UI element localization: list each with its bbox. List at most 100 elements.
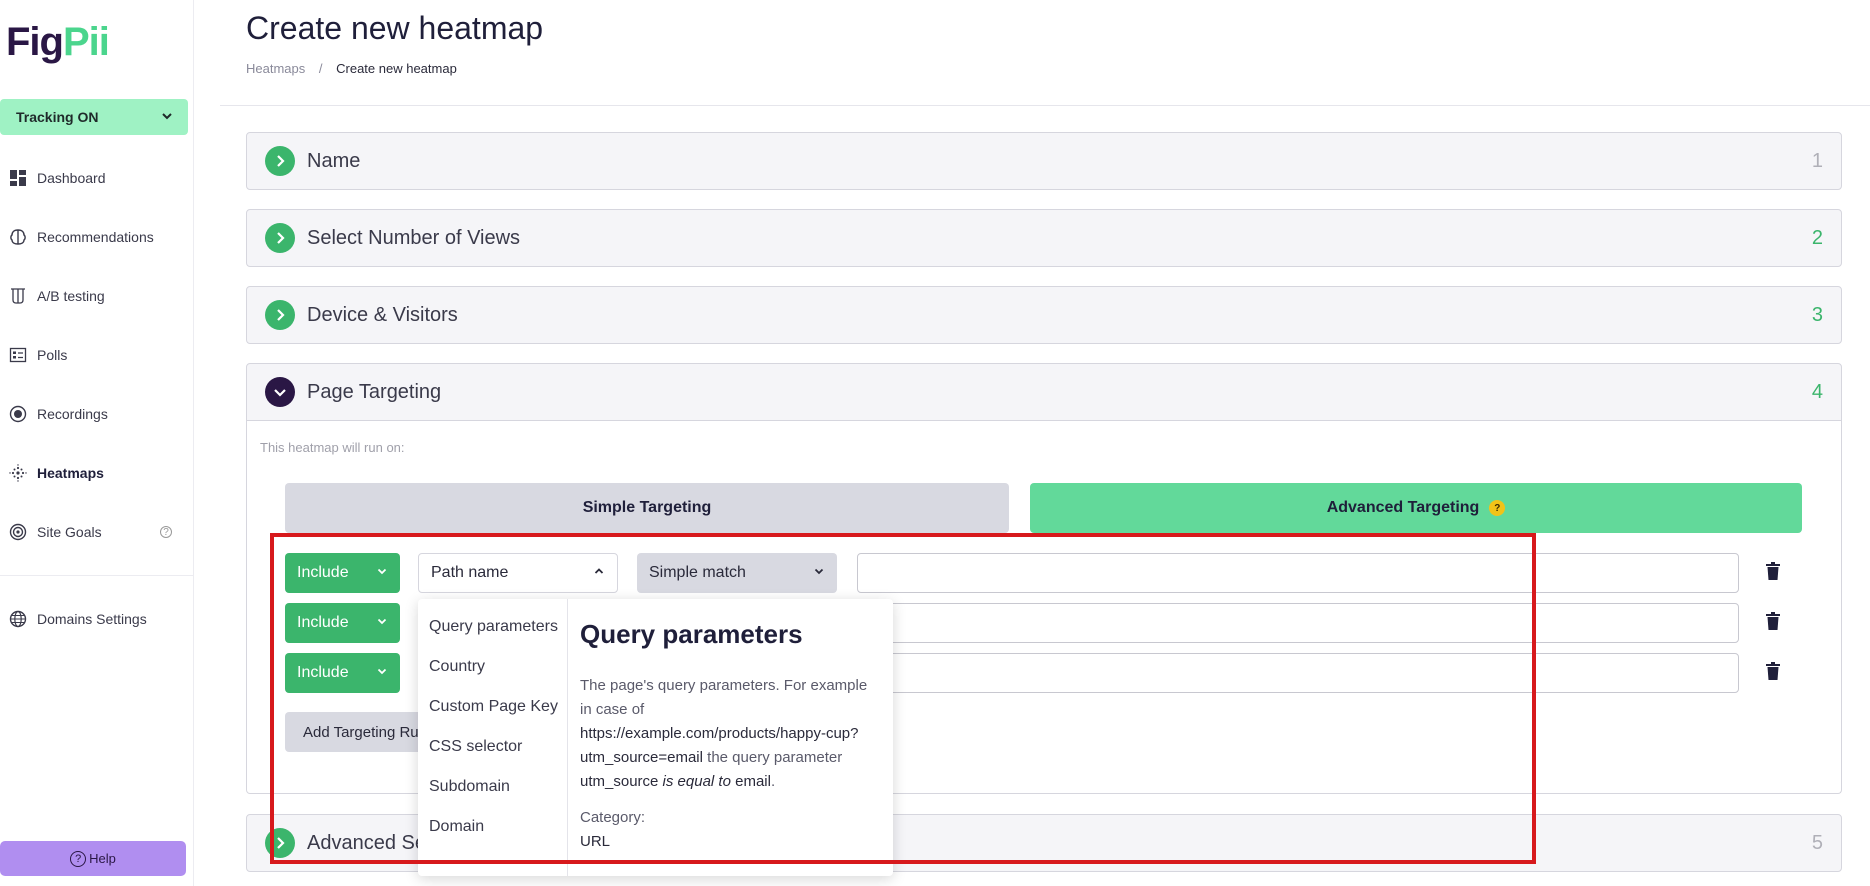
add-rule-label: Add Targeting Ru [303,723,419,741]
step-name[interactable]: Name 1 [246,132,1842,190]
chevron-up-icon [593,564,605,582]
chevron-right-icon [265,828,295,858]
dropdown-option-country[interactable]: Country [418,647,567,687]
sidebar-divider [0,575,194,576]
flask-icon [8,286,28,306]
sidebar-item-site-goals[interactable]: Site Goals ? [0,514,190,550]
sidebar-item-label: A/B testing [37,288,105,304]
logo-pii: Pii [62,20,110,64]
dropdown-option-css-selector[interactable]: CSS selector [418,727,567,767]
dropdown-option-subdomain[interactable]: Subdomain [418,767,567,807]
step-number: 3 [1811,303,1823,326]
breadcrumb-parent[interactable]: Heatmaps [246,61,305,76]
breadcrumb: Heatmaps / Create new heatmap [246,61,457,76]
heatmap-icon [8,463,28,483]
sidebar-item-label: Recommendations [37,229,154,245]
detail-description: The page's query parameters. For example… [580,674,881,794]
step-device-visitors[interactable]: Device & Visitors 3 [246,286,1842,344]
desc-text: The page's query parameters. For example… [580,677,868,718]
site-goals-help-icon[interactable]: ? [160,526,172,538]
include-label: Include [297,614,349,631]
sidebar-item-domains-settings[interactable]: Domains Settings [0,601,190,637]
help-icon: ? [70,850,87,867]
header-divider [220,105,1870,106]
sidebar-item-ab-testing[interactable]: A/B testing [0,278,190,314]
step-label: Select Number of Views [307,226,521,249]
detail-title: Query parameters [580,619,803,649]
dropdown-detail-panel: Query parameters The page's query parame… [568,599,893,876]
target-icon [8,522,28,542]
step-number: 5 [1811,831,1823,854]
chevron-right-icon [265,223,295,253]
sidebar-item-label: Polls [37,347,68,363]
include-label: Include [297,564,349,581]
help-button[interactable]: ? Help [0,841,186,876]
desc-param: utm_source [580,773,659,790]
poll-icon [8,345,28,365]
globe-icon [8,609,28,629]
detail-category-label: Category: [580,809,646,826]
sidebar-item-label: Heatmaps [37,465,104,481]
help-icon[interactable]: ? [1489,500,1506,516]
rule-include-select[interactable]: Include [285,653,400,693]
sidebar-item-label: Recordings [37,406,108,422]
chevron-down-icon [376,614,388,632]
tab-label: Advanced Targeting [1326,499,1480,516]
figpii-logo[interactable]: FigPii [6,20,110,64]
dashboard-icon [8,168,28,188]
sidebar-item-dashboard[interactable]: Dashboard [0,160,190,196]
desc-value: email [735,773,771,790]
tab-simple-targeting[interactable]: Simple Targeting [285,483,1009,533]
chevron-down-icon [265,377,295,407]
step-label: Advanced Se [307,831,426,854]
record-icon [8,404,28,424]
step-select-number-of-views[interactable]: Select Number of Views 2 [246,209,1842,267]
breadcrumb-separator: / [318,61,323,76]
desc-text: . [770,773,776,790]
include-label: Include [297,664,349,681]
chevron-right-icon [265,146,295,176]
detail-category-value: URL [580,833,611,850]
sidebar-item-polls[interactable]: Polls [0,337,190,373]
rule-value-input[interactable] [857,603,1739,643]
help-label: Help [89,851,116,866]
rule-value-input[interactable] [857,553,1739,593]
dropdown-option-custom-page-key[interactable]: Custom Page Key [418,687,567,727]
sidebar: FigPii Tracking ON Dashboard Recommendat… [0,0,194,886]
tab-advanced-targeting[interactable]: Advanced Targeting ? [1030,483,1802,533]
step-label: Page Targeting [307,380,442,403]
step-label: Name [307,149,361,172]
tracking-toggle[interactable]: Tracking ON [0,99,188,135]
dropdown-option-domain[interactable]: Domain [418,807,567,847]
sidebar-item-recordings[interactable]: Recordings [0,396,190,432]
chevron-down-icon [376,564,388,582]
chevron-down-icon [160,109,174,126]
step-page-targeting[interactable]: Page Targeting 4 [246,363,1842,421]
rule-include-select[interactable]: Include [285,603,400,643]
rule-include-select[interactable]: Include [285,553,400,593]
match-label: Simple match [649,564,746,581]
trash-icon[interactable] [1765,662,1781,682]
logo-fig: Fig [6,20,64,64]
field-label: Path name [431,564,509,581]
step-number: 2 [1811,226,1823,249]
trash-icon[interactable] [1765,562,1781,582]
page-title: Create new heatmap [246,10,544,46]
dropdown-options: Query parameters Country Custom Page Key… [418,599,568,876]
sidebar-item-recommendations[interactable]: Recommendations [0,219,190,255]
trash-icon[interactable] [1765,612,1781,632]
chevron-right-icon [265,300,295,330]
rule-field-select[interactable]: Path name [418,553,618,593]
rule-match-select[interactable]: Simple match [637,553,837,593]
step-number: 1 [1811,149,1823,172]
field-dropdown-menu: Query parameters Country Custom Page Key… [418,599,893,876]
sidebar-item-label: Domains Settings [37,611,147,627]
sidebar-item-heatmaps[interactable]: Heatmaps [0,455,190,491]
dropdown-option-query-parameters[interactable]: Query parameters [418,607,567,647]
targeting-intro: This heatmap will run on: [260,440,405,455]
step-number: 4 [1811,380,1823,403]
brain-icon [8,227,28,247]
rule-value-input[interactable] [857,653,1739,693]
tab-label: Simple Targeting [582,499,712,516]
chevron-down-icon [376,664,388,682]
